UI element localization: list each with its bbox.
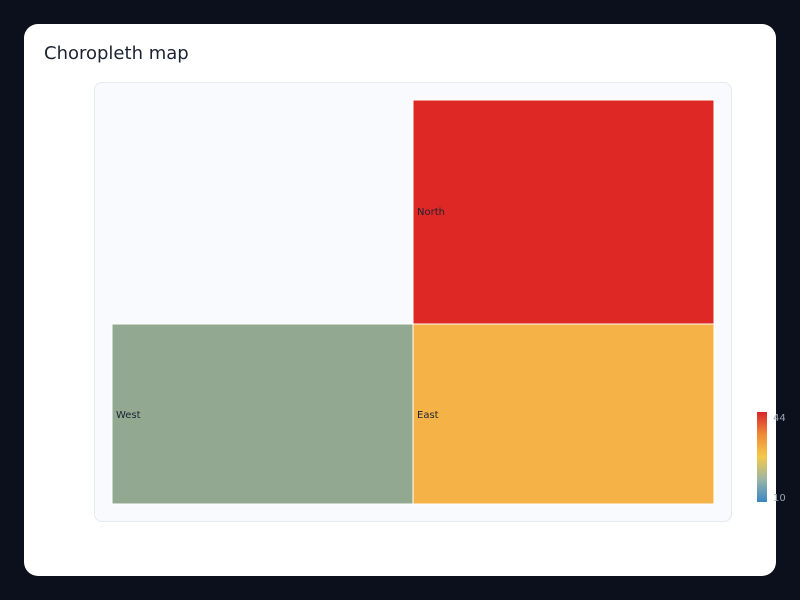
choropleth-map: North West East 44 10 — [111, 99, 786, 505]
colorbar-max-label: 44 — [773, 413, 786, 424]
region-west[interactable]: West — [111, 323, 414, 505]
region-west-label: West — [116, 410, 141, 421]
region-east[interactable]: East — [412, 323, 715, 505]
region-north[interactable]: North — [412, 99, 715, 325]
region-west-shape[interactable] — [111, 323, 414, 505]
region-east-label: East — [417, 410, 439, 421]
region-east-shape[interactable] — [412, 323, 715, 505]
colorbar-min-label: 10 — [773, 493, 786, 504]
colorbar-bar — [757, 412, 767, 502]
colorbar: 44 10 — [757, 412, 786, 504]
region-north-shape[interactable] — [412, 99, 715, 325]
region-north-label: North — [417, 207, 445, 218]
